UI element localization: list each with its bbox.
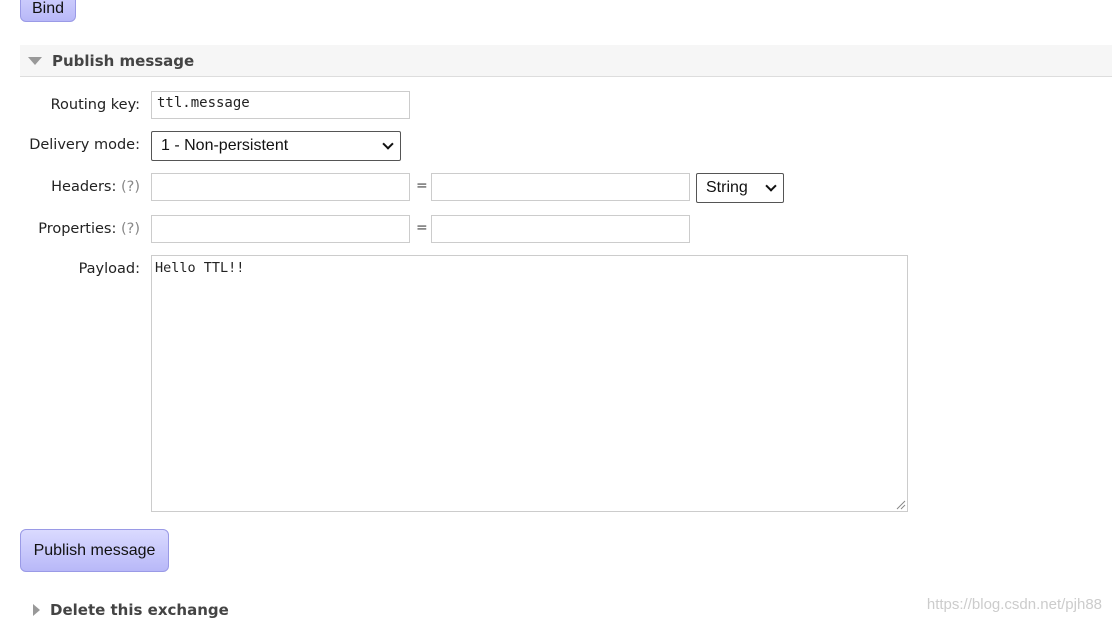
equals-sign: = [416, 178, 428, 194]
header-value-input[interactable] [431, 173, 690, 201]
delivery-mode-label: Delivery mode: [29, 137, 140, 153]
publish-message-button[interactable]: Publish message [20, 529, 169, 572]
headers-label: Headers: (?) [51, 179, 140, 195]
routing-key-input[interactable]: ttl.message [151, 91, 410, 119]
delivery-mode-select[interactable]: 1 - Non-persistent [151, 131, 401, 161]
publish-message-section-header[interactable]: Publish message [20, 45, 1112, 77]
section-title: Publish message [52, 51, 195, 70]
watermark: https://blog.csdn.net/pjh88 [926, 596, 1102, 613]
header-type-value: String [706, 179, 748, 196]
chevron-down-icon [765, 180, 777, 192]
header-key-input[interactable] [151, 173, 410, 201]
equals-sign: = [416, 220, 428, 236]
properties-help-link[interactable]: (?) [121, 221, 140, 237]
header-type-select[interactable]: String [696, 173, 784, 203]
delivery-mode-value: 1 - Non-persistent [161, 137, 289, 154]
section-title: Delete this exchange [50, 601, 229, 619]
payload-label: Payload: [78, 261, 140, 277]
properties-label: Properties: (?) [38, 221, 140, 237]
headers-help-link[interactable]: (?) [121, 179, 140, 195]
property-key-input[interactable] [151, 215, 410, 243]
routing-key-label: Routing key: [50, 97, 140, 113]
collapse-triangle-icon [28, 56, 42, 65]
bind-button[interactable]: Bind [20, 0, 76, 22]
property-value-input[interactable] [431, 215, 690, 243]
resize-handle-icon[interactable] [895, 499, 906, 510]
expand-triangle-icon [33, 604, 40, 616]
chevron-down-icon [382, 138, 394, 150]
payload-textarea[interactable]: Hello TTL!! [151, 255, 908, 512]
